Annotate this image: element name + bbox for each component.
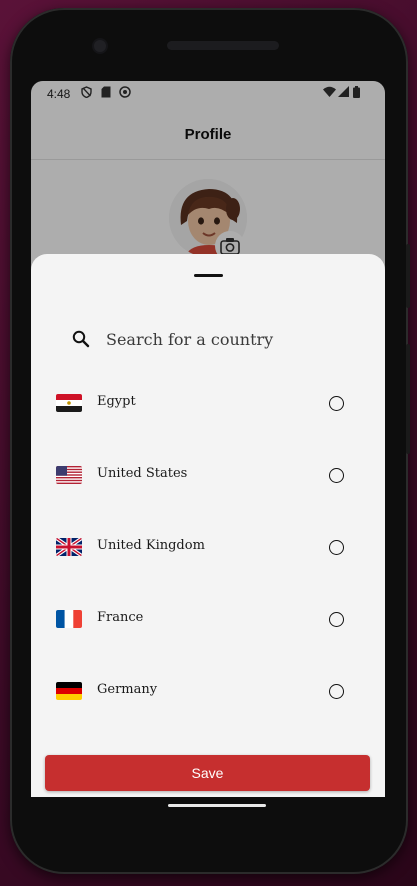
drag-handle[interactable] bbox=[194, 274, 223, 277]
search-bar[interactable] bbox=[71, 326, 351, 352]
country-radio[interactable] bbox=[329, 684, 344, 699]
country-item-united-states[interactable]: United States bbox=[31, 440, 385, 512]
country-radio[interactable] bbox=[329, 468, 344, 483]
earpiece-speaker bbox=[167, 41, 279, 50]
country-radio[interactable] bbox=[329, 540, 344, 555]
home-indicator[interactable] bbox=[168, 804, 266, 807]
phone-frame: 4:48 Profile Search for a country Egypt … bbox=[10, 8, 410, 874]
country-item-germany[interactable]: Germany bbox=[31, 656, 385, 728]
france-flag-icon bbox=[56, 610, 82, 628]
country-picker-sheet: Egypt United bbox=[31, 254, 385, 797]
country-radio[interactable] bbox=[329, 612, 344, 627]
power-button bbox=[406, 244, 410, 308]
country-item-united-kingdom[interactable]: United Kingdom bbox=[31, 512, 385, 584]
search-icon bbox=[72, 330, 90, 348]
uk-flag-icon bbox=[56, 538, 82, 556]
search-input[interactable] bbox=[106, 326, 346, 352]
egypt-flag-icon bbox=[56, 394, 82, 412]
volume-button bbox=[406, 344, 410, 454]
screen: 4:48 Profile Search for a country Egypt … bbox=[31, 81, 385, 797]
country-name: Germany bbox=[97, 682, 158, 697]
germany-flag-icon bbox=[56, 682, 82, 700]
country-name: France bbox=[97, 610, 144, 625]
country-item-egypt[interactable]: Egypt bbox=[31, 368, 385, 440]
us-flag-icon bbox=[56, 466, 82, 484]
country-name: United Kingdom bbox=[97, 538, 205, 553]
front-camera-icon bbox=[94, 40, 106, 52]
country-item-france[interactable]: France bbox=[31, 584, 385, 656]
save-button[interactable]: Save bbox=[45, 755, 370, 791]
country-radio[interactable] bbox=[329, 396, 344, 411]
country-list: Egypt United States United Kingdom Franc… bbox=[31, 368, 385, 728]
country-name: Egypt bbox=[97, 394, 136, 409]
country-name: United States bbox=[97, 466, 188, 481]
